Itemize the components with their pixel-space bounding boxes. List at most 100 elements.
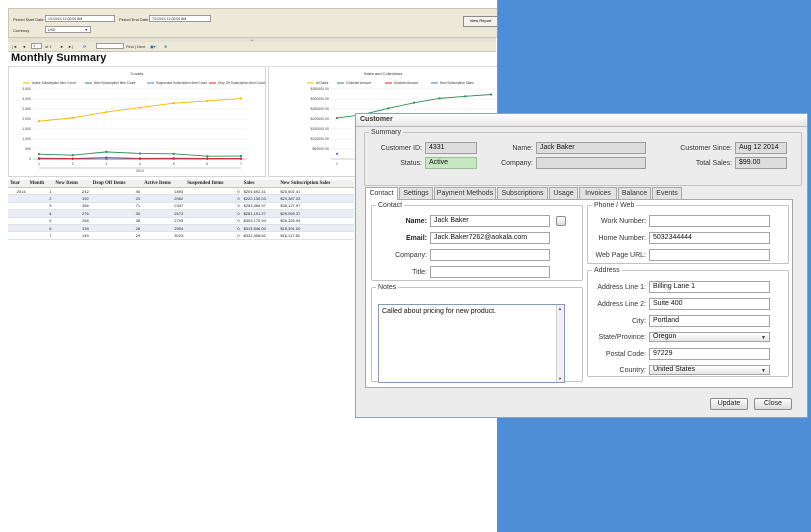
x-tick-label: 2 [72,162,74,166]
chevron-down-icon: ▼ [761,368,766,374]
y-tick-label: 3,000 [22,97,31,101]
tab-payment-methods[interactable]: Payment Methods [434,187,496,199]
y-tick-label: 2,000 [22,117,31,121]
table-cell: 7 [27,231,54,240]
state-select[interactable]: Oregon ▼ [649,332,770,342]
data-point [37,120,41,123]
table-row: 4 276 30 2573 0 $281,191.27 $29,059.37 [8,209,354,218]
table-cell: 149 [53,231,91,240]
update-button[interactable]: Update [710,398,748,410]
table-cell: 0 [185,224,242,233]
legend-label: Drop Off Subscription Item Count [218,81,265,85]
last-page-button[interactable]: ►| [68,43,73,50]
address-line1-input[interactable]: Billing Lane 1 [649,281,770,293]
y-tick-label: $200000.00 [311,117,330,121]
table-header-cell: New Subscription Sales [278,180,354,188]
data-point [105,156,108,159]
tab-invoices[interactable]: Invoices [579,187,617,199]
report-parameters: Period Start Date 1/1/2014 12:00:00 AM P… [8,8,497,38]
legend-label: Declined Amount [394,81,418,85]
data-point [387,107,390,110]
home-number-label: Home Number: [598,235,646,242]
table-header-cell: Drop Off Items [90,180,143,188]
table-cell [8,209,28,218]
refresh-icon[interactable]: ⟳ [83,43,86,50]
end-date-input[interactable]: 7/1/2014 12:00:00 AM [149,15,211,22]
scroll-up-icon[interactable]: ▲ [558,306,562,311]
country-select[interactable]: United States ▼ [649,365,770,375]
contact-company-input[interactable] [430,249,550,261]
summary-company-label: Company: [501,160,533,167]
export-icon[interactable]: ▣▾ [150,43,156,50]
contact-tab-panel: Contact Name: Jack Baker Email: Jack.Bak… [365,199,793,388]
contact-name-input[interactable]: Jack Baker [430,215,550,227]
status-label: Status: [400,160,422,167]
table-cell [8,224,28,233]
contact-title-input[interactable] [430,266,550,278]
table-cell: 6 [27,224,54,233]
tab-events[interactable]: Events [652,187,682,199]
tab-usage[interactable]: Usage [549,187,578,199]
currency-select[interactable]: USD ▼ [45,26,91,33]
table-cell: 2 [27,194,54,203]
table-cell: $29,059.37 [278,209,354,218]
start-date-input[interactable]: 1/1/2014 12:00:00 AM [45,15,115,22]
print-icon[interactable]: ⊕ [164,43,167,50]
notes-text: Called about pricing for new product. [382,308,497,315]
table-cell: 2904 [142,224,186,233]
postal-code-input[interactable]: 97229 [649,348,770,360]
report-toolbar: |◄ ◄ 1 of 1 ► ►| ⟳ Find | Next ▣▾ ⊕ [8,42,496,52]
x-tick-label: 7 [240,162,242,166]
notes-scrollbar[interactable]: ▲ ▼ [556,305,564,382]
table-cell: 23 [90,194,143,203]
address-line2-input[interactable]: Suite 400 [649,298,770,310]
tab-balance[interactable]: Balance [618,187,651,199]
dialog-title-bar[interactable]: Customer [356,114,807,127]
chevron-down-icon: ▼ [84,28,88,32]
table-header-cell: Month [27,180,54,188]
table-cell: 242 [53,187,91,196]
table-header-cell: Suspended Items [185,180,242,188]
table-cell: 40 [90,187,143,196]
dialog-title: Customer [360,116,393,123]
find-input[interactable] [96,43,124,49]
table-cell: 356 [53,202,91,211]
state-label: State/Province: [598,334,646,341]
x-tick-label: 1 [336,162,338,166]
notes-textarea[interactable]: Called about pricing for new product. ▲ … [378,304,565,383]
y-tick-label: $250000.00 [311,107,330,111]
email-input[interactable]: Jack.Baker7262@aokala.com [430,232,550,244]
table-cell: 2347 [142,202,186,211]
web-page-url-input[interactable] [649,249,770,261]
scroll-down-icon[interactable]: ▼ [558,376,562,381]
city-input[interactable]: Portland [649,315,770,327]
y-tick-label: 2,500 [22,107,31,111]
close-button[interactable]: Close [754,398,792,410]
tab-contact[interactable]: Contact [365,187,398,200]
address-legend: Address [594,267,620,274]
customer-since-field: Aug 12 2014 [735,142,787,154]
page-number-input[interactable]: 1 [31,43,42,49]
data-point [37,153,41,156]
x-tick-label: 4 [139,162,141,166]
first-page-button[interactable]: |◄ [12,43,17,50]
table-cell: 2062 [142,194,186,203]
data-point [71,116,74,119]
tab-subscriptions[interactable]: Subscriptions [497,187,548,199]
contact-lookup-button[interactable] [556,216,566,226]
prev-page-button[interactable]: ◄ [22,43,26,50]
end-date-label: Period End Date [119,17,149,22]
customer-since-label: Customer Since: [680,145,732,152]
next-page-button[interactable]: ► [60,43,64,50]
data-point [239,97,243,100]
table-cell: 5 [27,217,54,225]
find-next-link[interactable]: Find | Next [126,43,145,50]
tab-settings[interactable]: Settings [399,187,433,199]
view-report-button[interactable]: View Report [463,16,497,27]
work-number-input[interactable] [649,215,770,227]
table-cell: 3024 [142,231,186,240]
table-cell: $20,387.03 [278,194,354,203]
home-number-input[interactable]: 5032344444 [649,232,770,244]
table-cell: $15,391.00 [278,224,354,233]
notes-legend: Notes [378,284,397,291]
